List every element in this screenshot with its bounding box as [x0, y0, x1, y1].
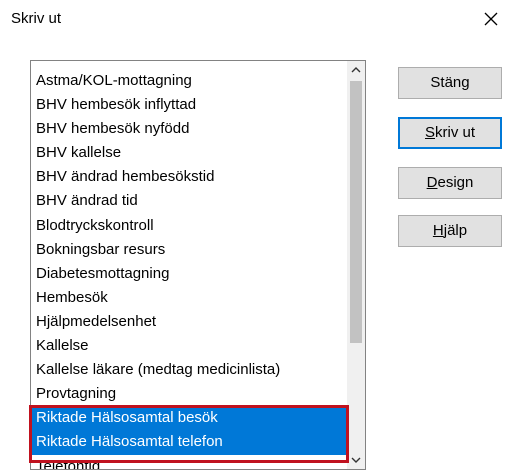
list-item[interactable]: BHV ändrad hembesökstid — [31, 165, 347, 189]
chevron-down-icon[interactable] — [347, 452, 365, 469]
list-item[interactable]: BHV hembesök inflyttad — [31, 93, 347, 117]
chevron-up-icon[interactable] — [347, 61, 365, 78]
scrollbar-thumb[interactable] — [350, 81, 362, 343]
list-item[interactable]: Diabetesmottagning — [31, 262, 347, 286]
help-button-label: jälp — [443, 222, 468, 239]
design-button-accel: D — [426, 174, 438, 191]
close-button[interactable]: Stäng — [398, 67, 502, 99]
list-item[interactable]: Astma/KOL-mottagning — [31, 69, 347, 93]
list-item[interactable]: Blodtryckskontroll — [31, 214, 347, 238]
close-icon[interactable] — [482, 10, 500, 28]
close-button-label: Stäng — [430, 74, 470, 91]
list-item[interactable]: Kallelse läkare (medtag medicinlista) — [31, 358, 347, 382]
dialog-title: Skriv ut — [11, 10, 62, 27]
list-item[interactable]: Hjälpmedelsenhet — [31, 310, 347, 334]
print-button-accel: S — [424, 124, 435, 141]
list-item[interactable]: Bokningsbar resurs — [31, 238, 347, 262]
list-item[interactable]: Kallelse — [31, 334, 347, 358]
print-button-label: kriv ut — [435, 124, 476, 141]
help-button-accel: H — [432, 222, 444, 239]
list-item[interactable]: Riktade Hälsosamtal besök — [31, 406, 347, 431]
design-button-label: esign — [437, 174, 474, 191]
list-item[interactable]: Provtagning — [31, 382, 347, 406]
list-item[interactable]: Riktade Hälsosamtal telefon — [31, 430, 347, 455]
list-item[interactable]: Telefontid — [31, 455, 347, 470]
list-item[interactable]: Hembesök — [31, 286, 347, 310]
list-item[interactable]: BHV ändrad tid — [31, 189, 347, 213]
vertical-scrollbar[interactable] — [347, 61, 365, 469]
template-listbox[interactable]: Astma/KOL-mottagning BHV hembesök inflytt… — [30, 60, 366, 470]
list-item[interactable]: BHV kallelse — [31, 141, 347, 165]
design-button[interactable]: Design — [398, 167, 502, 199]
help-button[interactable]: Hjälp — [398, 215, 502, 247]
list-item[interactable]: BHV hembesök nyfödd — [31, 117, 347, 141]
print-button[interactable]: Skriv ut — [398, 117, 502, 149]
listbox-rows: Astma/KOL-mottagning BHV hembesök inflytt… — [31, 69, 347, 470]
